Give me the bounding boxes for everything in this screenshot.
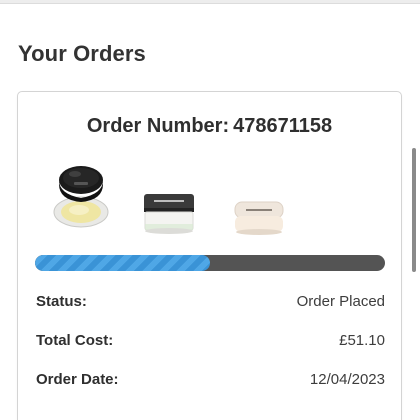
order-number-heading: Order Number: 478671158 bbox=[18, 115, 401, 138]
total-cost-value: £51.10 bbox=[339, 331, 385, 349]
status-label: Status: bbox=[36, 292, 87, 310]
loose-powder-jar-icon[interactable] bbox=[51, 160, 111, 230]
order-card[interactable]: Order Number: 478671158 Status: Order Pl… bbox=[17, 91, 402, 420]
total-cost-label: Total Cost: bbox=[36, 331, 114, 349]
order-progress-bar bbox=[35, 255, 385, 271]
order-date-label: Order Date: bbox=[36, 370, 119, 388]
page-title: Your Orders bbox=[18, 41, 146, 66]
total-cost-row: Total Cost: £51.10 bbox=[36, 329, 385, 351]
top-divider bbox=[0, 0, 420, 4]
order-number-label: Order Number: bbox=[86, 115, 230, 137]
status-value: Order Placed bbox=[296, 292, 385, 310]
order-number-value: 478671158 bbox=[233, 115, 333, 137]
primer-jar-icon[interactable] bbox=[232, 198, 286, 238]
status-row: Status: Order Placed bbox=[36, 290, 385, 312]
order-date-row: Order Date: 12/04/2023 bbox=[36, 368, 385, 390]
order-progress-fill bbox=[35, 255, 210, 271]
orders-page: Your Orders Order Number: 478671158 Stat… bbox=[0, 0, 420, 420]
face-cream-jar-icon[interactable] bbox=[140, 190, 198, 236]
order-date-value: 12/04/2023 bbox=[309, 370, 385, 388]
scrollbar-thumb[interactable] bbox=[412, 148, 416, 272]
